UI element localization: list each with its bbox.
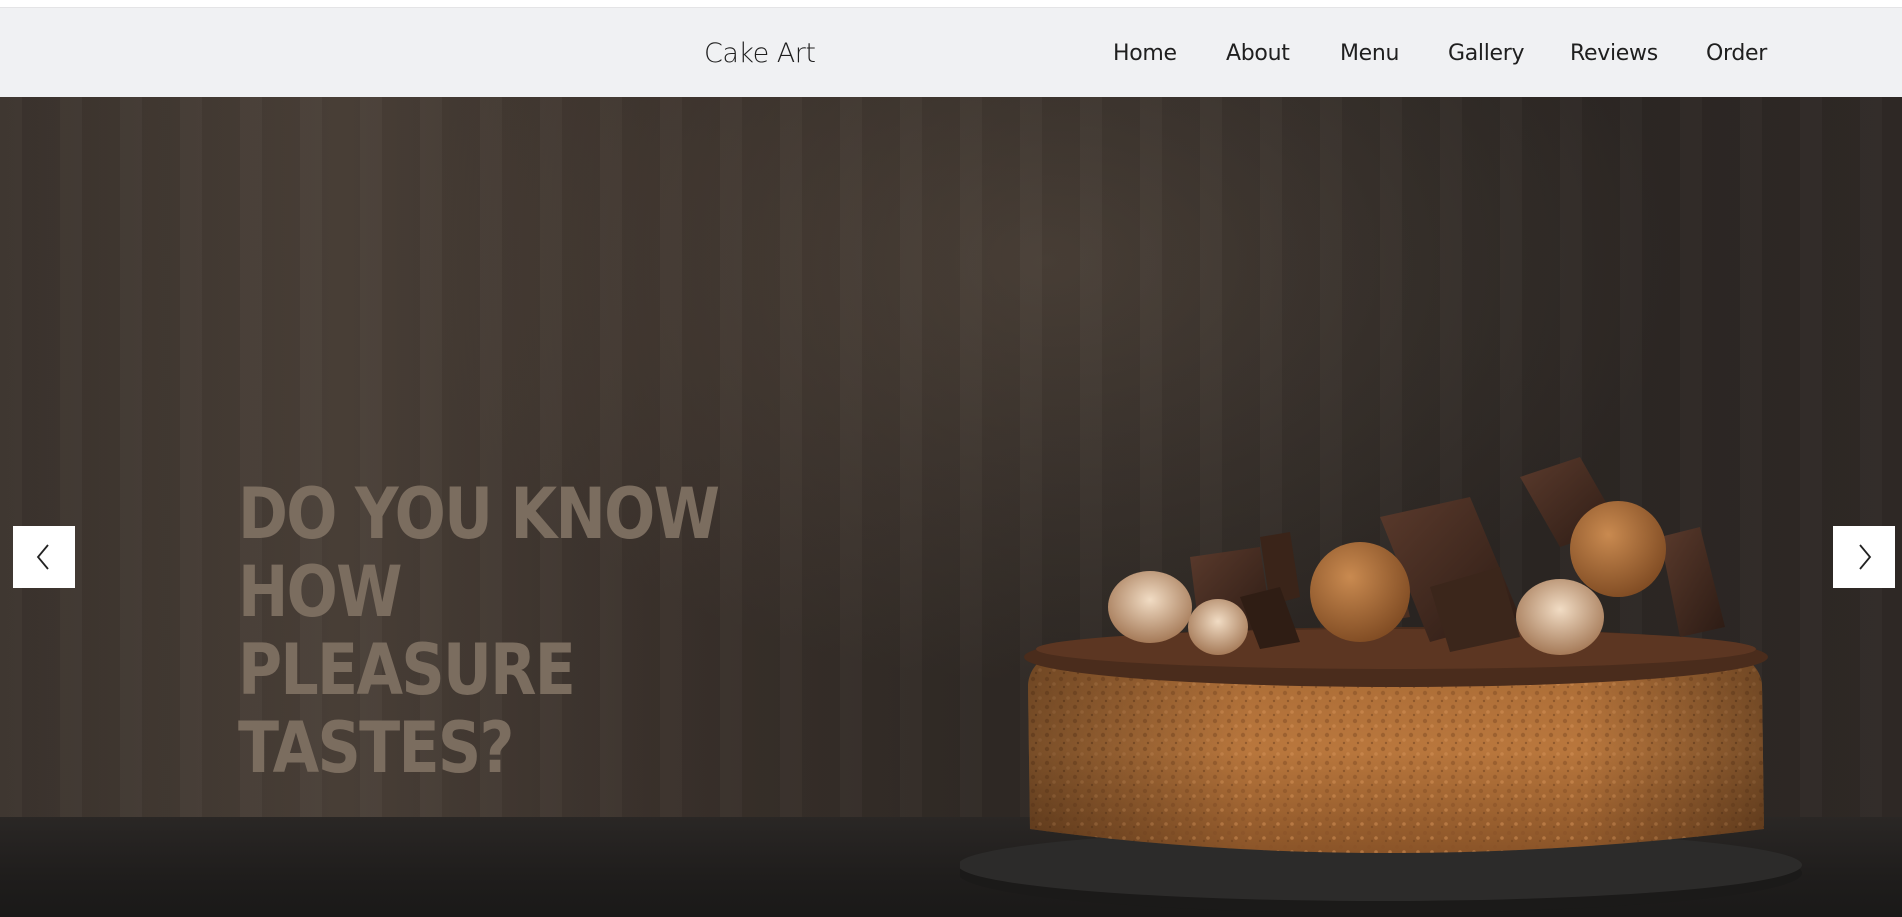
nav-link-reviews[interactable]: Reviews [1570,41,1658,66]
hero-heading-line2: PLEASURE TASTES? [238,629,576,789]
nav-link-about[interactable]: About [1226,41,1290,66]
hero-carousel: DO YOU KNOW HOW PLEASURE TASTES? [0,97,1902,917]
chevron-right-icon [1859,544,1872,570]
hero-heading-line1: DO YOU KNOW HOW [238,473,720,633]
nav-link-home[interactable]: Home [1113,41,1177,66]
chevron-left-icon [36,544,49,570]
brand-logo-link[interactable]: Cake Art [704,38,816,69]
nav-link-menu[interactable]: Menu [1340,41,1400,66]
hero-heading: DO YOU KNOW HOW PLEASURE TASTES? [238,475,823,787]
navbar: Cake Art Home About Menu Gallery Reviews… [0,8,1902,97]
nav-link-order[interactable]: Order [1706,41,1767,66]
carousel-next-button[interactable] [1833,526,1895,588]
nav-link-gallery[interactable]: Gallery [1448,41,1525,66]
chocolate-cake-image [960,457,1802,913]
page-top-border [0,0,1902,8]
carousel-prev-button[interactable] [13,526,75,588]
